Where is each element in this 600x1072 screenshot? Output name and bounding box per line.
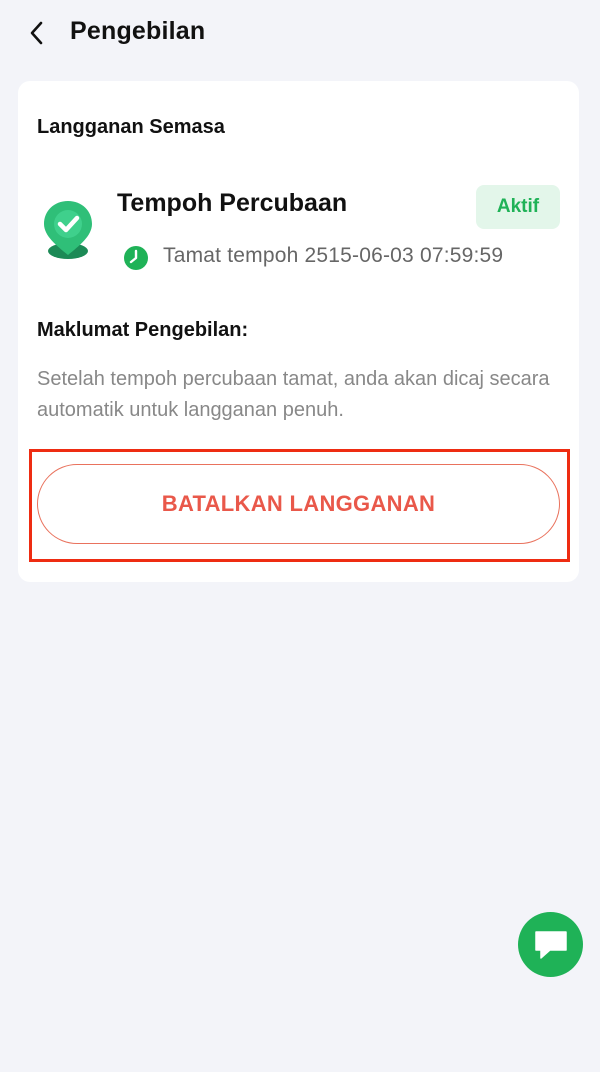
page-title: Pengebilan [70,17,206,45]
clock-icon [124,246,148,270]
plan-name: Tempoh Percubaan [117,189,348,217]
location-check-icon [44,201,92,259]
subscription-card: Langganan Semasa Tempoh Percubaan Aktif … [18,81,579,582]
chat-button[interactable] [518,912,583,977]
status-badge: Aktif [476,185,560,229]
chat-bubble-icon [534,930,567,959]
billing-info-title: Maklumat Pengebilan: [37,319,249,341]
chevron-left-icon [30,21,43,45]
header: Pengebilan [0,0,600,66]
section-title: Langganan Semasa [37,116,225,138]
billing-info-description: Setelah tempoh percubaan tamat, anda aka… [37,368,550,421]
back-button[interactable] [22,18,52,48]
cancel-subscription-button[interactable]: BATALKAN LANGGANAN [37,464,560,544]
expiry-text: Tamat tempoh 2515-06-03 07:59:59 [163,244,504,267]
